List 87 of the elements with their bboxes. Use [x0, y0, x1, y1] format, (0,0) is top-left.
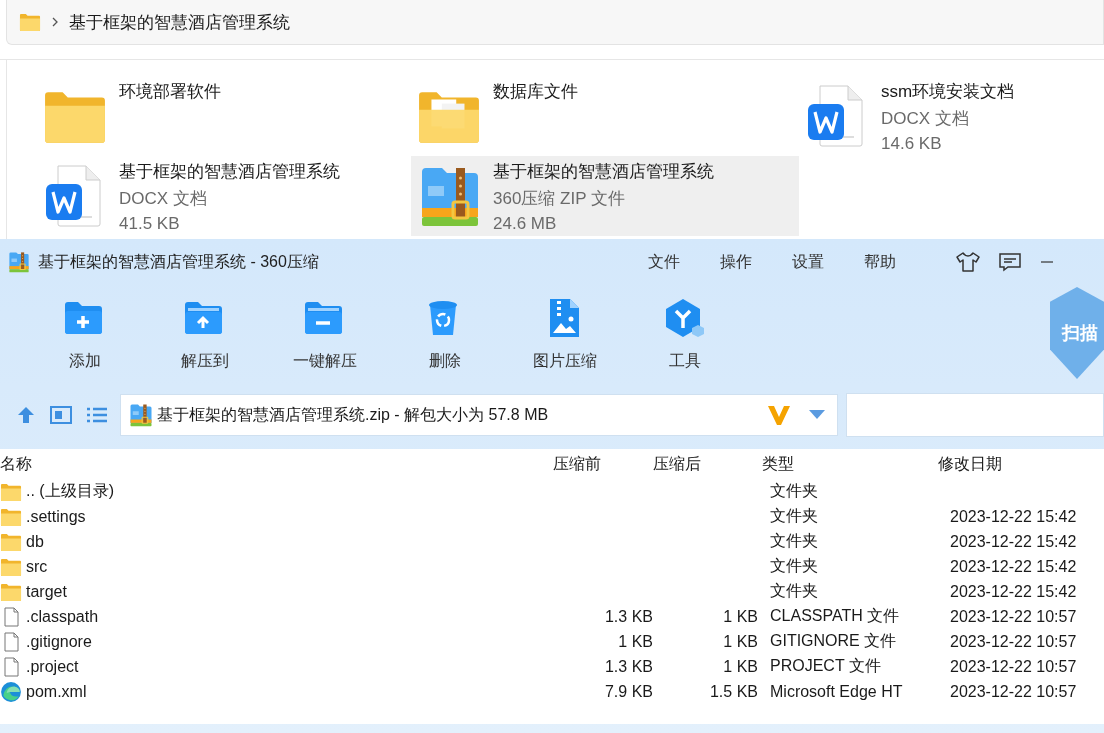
- file-name: ssm环境安装文档: [881, 81, 1015, 103]
- toolbar-button[interactable]: 解压到: [150, 293, 260, 376]
- file-name: 数据库文件: [493, 81, 578, 103]
- file-size: 24.6 MB: [493, 214, 558, 234]
- breadcrumb-item[interactable]: 基于框架的智慧酒店管理系统: [69, 10, 290, 34]
- file-name[interactable]: .classpath: [26, 607, 99, 626]
- file-type: DOCX 文档: [119, 188, 208, 210]
- file-name[interactable]: target: [26, 582, 67, 601]
- file-type: 360压缩 ZIP 文件: [493, 188, 626, 210]
- folder-icon: [0, 482, 22, 501]
- table-cell-text: 文件夹: [770, 556, 818, 576]
- menu-item[interactable]: 操作: [720, 251, 752, 273]
- file-name[interactable]: db: [26, 532, 44, 551]
- table-cell-text: PROJECT 文件: [770, 656, 881, 676]
- column-header[interactable]: 名称: [0, 453, 553, 475]
- file-item[interactable]: 基于框架的智慧酒店管理系统 360压缩 ZIP 文件 24.6 MB: [411, 156, 799, 236]
- table-cell: 2023-12-22 15:42: [950, 582, 1077, 601]
- table-cell-text: 文件夹: [770, 506, 818, 526]
- folder-icon: [0, 582, 22, 601]
- toolbar-button[interactable]: 图片压缩: [510, 293, 620, 376]
- folder-icon: [0, 532, 22, 551]
- table-cell: 1 KB: [618, 632, 653, 651]
- toolbar-button[interactable]: 删除: [390, 293, 500, 376]
- file-name: 基于框架的智慧酒店管理系统: [119, 161, 340, 183]
- table-cell: Microsoft Edge HT: [770, 682, 903, 701]
- table-cell: 7.9 KB: [604, 682, 653, 701]
- table-cell: 2023-12-22 10:57: [950, 682, 1077, 701]
- menu-item[interactable]: 帮助: [864, 251, 896, 273]
- file-item[interactable]: 数据库文件: [411, 76, 799, 156]
- shirt-icon: [956, 251, 980, 273]
- file-name: 基于框架的智慧酒店管理系统: [493, 161, 714, 183]
- table-cell-text: 文件夹: [770, 531, 818, 551]
- zip-archive-icon: [8, 251, 30, 273]
- table-cell: 2023-12-22 15:42: [950, 507, 1077, 526]
- table-cell: 1 KB: [723, 632, 758, 651]
- file-item[interactable]: 基于框架的智慧酒店管理系统 DOCX 文档 41.5 KB: [37, 156, 411, 236]
- menu-item[interactable]: 设置: [792, 251, 824, 273]
- column-header[interactable]: 压缩后: [653, 453, 758, 475]
- table-cell: 1 KB: [723, 657, 758, 676]
- column-header[interactable]: 压缩前: [553, 453, 653, 475]
- table-cell: 1.3 KB: [604, 657, 653, 676]
- file-name[interactable]: .gitignore: [26, 632, 92, 651]
- list-view-icon: [86, 406, 108, 424]
- file-name[interactable]: .settings: [26, 507, 86, 526]
- table-cell: 1.5 KB: [709, 682, 758, 701]
- table-cell-text: CLASSPATH 文件: [770, 606, 900, 626]
- window-title: 基于框架的智慧酒店管理系统 - 360压缩: [38, 251, 319, 272]
- up-arrow-icon: [16, 405, 36, 425]
- folder-icon: [0, 557, 22, 576]
- file-size: 14.6 KB: [881, 134, 943, 154]
- address-text: 基于框架的智慧酒店管理系统.zip - 解包大小为 57.8 MB: [157, 404, 549, 425]
- thumbnail-view-icon: [50, 406, 72, 424]
- table-cell: 2023-12-22 15:42: [950, 532, 1077, 551]
- toolbar-button[interactable]: 工具: [630, 293, 740, 376]
- column-header[interactable]: 类型: [758, 453, 938, 475]
- table-cell: 2023-12-22 10:57: [950, 632, 1077, 651]
- file-size: 41.5 KB: [119, 214, 181, 234]
- toolbar-button[interactable]: 添加: [30, 293, 140, 376]
- zip-archive-icon: [129, 403, 153, 427]
- table-cell-text: 文件夹: [770, 581, 818, 601]
- feedback-icon: [998, 252, 1022, 272]
- dropdown-caret-icon: [809, 410, 825, 420]
- table-cell-text: 文件夹: [770, 481, 818, 501]
- file-name: 环境部署软件: [119, 81, 221, 103]
- address-bar[interactable]: 基于框架的智慧酒店管理系统: [6, 0, 1104, 45]
- file-name[interactable]: .. (上级目录): [26, 481, 114, 502]
- table-cell: 2023-12-22 15:42: [950, 557, 1077, 576]
- file-type: DOCX 文档: [881, 108, 970, 130]
- file-name[interactable]: .project: [26, 657, 79, 676]
- table-cell: 2023-12-22 10:57: [950, 657, 1077, 676]
- table-cell-text: GITIGNORE 文件: [770, 631, 897, 651]
- column-header[interactable]: 修改日期: [938, 453, 1104, 475]
- file-name[interactable]: src: [26, 557, 48, 576]
- chevron-icon: [51, 17, 59, 27]
- table-cell: 1 KB: [723, 607, 758, 626]
- table-cell: 2023-12-22 10:57: [950, 607, 1077, 626]
- table-cell: 1.3 KB: [604, 607, 653, 626]
- address-field[interactable]: 基于框架的智慧酒店管理系统.zip - 解包大小为 57.8 MB: [120, 394, 838, 436]
- search-field[interactable]: [846, 393, 1104, 437]
- folder-icon: [0, 507, 22, 526]
- file-name[interactable]: pom.xml: [26, 682, 87, 701]
- file-item[interactable]: ssm环境安装文档 DOCX 文档 14.6 KB: [799, 76, 1099, 156]
- menu-item[interactable]: 文件: [648, 251, 680, 273]
- folder-icon: [19, 13, 41, 31]
- toolbar-button[interactable]: 一键解压: [270, 293, 380, 376]
- file-item[interactable]: 环境部署软件: [37, 76, 411, 156]
- v-logo-icon: [767, 404, 791, 426]
